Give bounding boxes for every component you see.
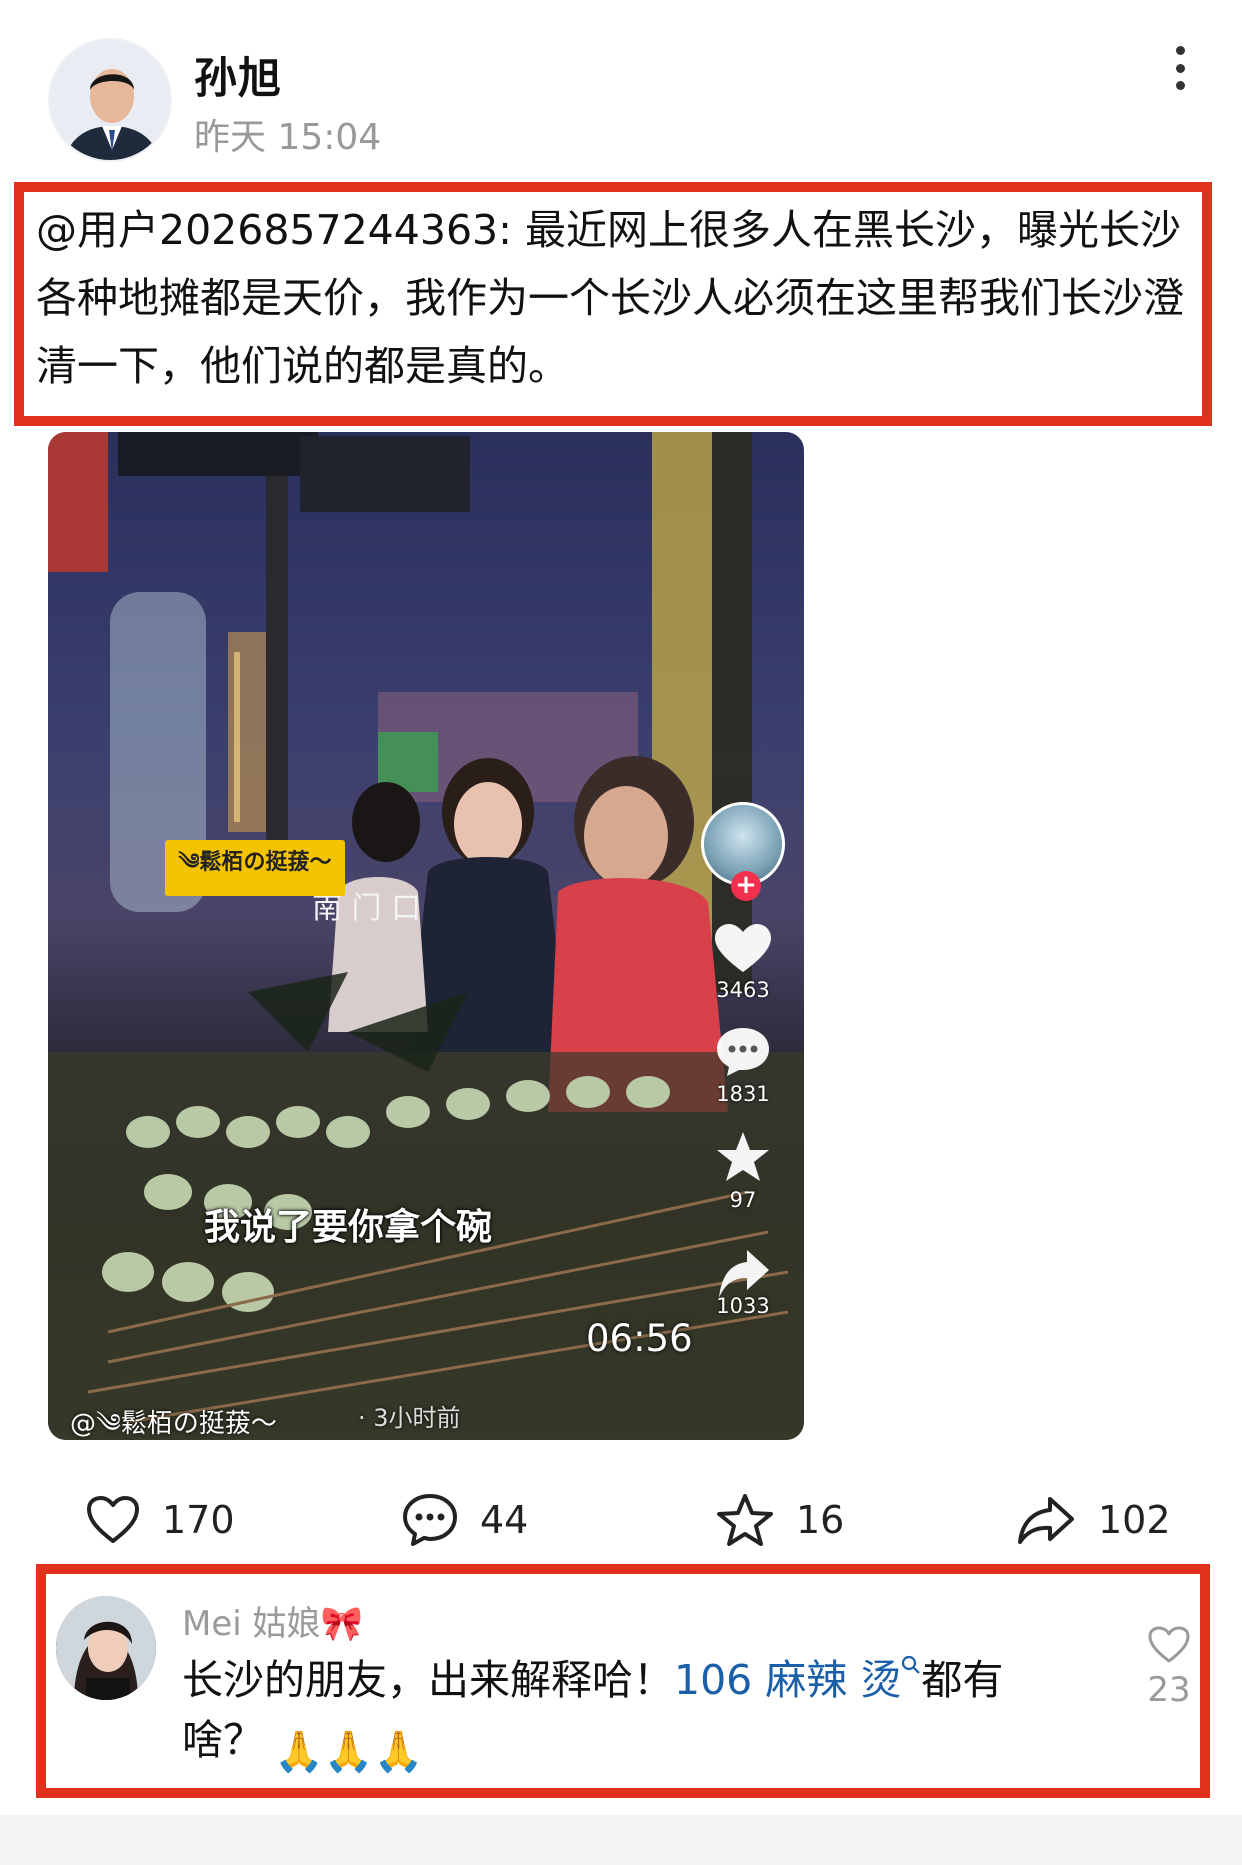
comment-emoji-text: 🙏🙏🙏 [274,1729,424,1775]
share-count: 102 [1098,1498,1171,1542]
post-action-bar: 170 44 16 102 [0,1490,1242,1550]
comment-like-count: 23 [1147,1670,1191,1710]
heart-icon[interactable] [715,924,771,974]
video-favorite-count: 97 [729,1188,757,1212]
video-posted-ago: · 3小时前 [358,1404,461,1432]
more-vertical-icon-dot [1175,63,1185,73]
like-button[interactable]: 170 [86,1490,235,1550]
heart-icon [1148,1626,1190,1663]
heart-icon [87,1496,139,1543]
video-side-rail: + 3463 1831 97 1033 [698,802,788,1318]
like-count: 170 [162,1498,235,1542]
comment-text-before: 长沙的朋友，出来解释哈！ [182,1656,674,1704]
post-timestamp: 昨天 15:04 [194,117,382,158]
share-button[interactable]: 102 [1016,1490,1171,1550]
video-subtitle: 我说了要你拿个碗 [203,1207,492,1248]
comment-button[interactable]: 44 [402,1490,528,1550]
more-vertical-icon-dot [1175,81,1185,90]
video-share-count: 1033 [716,1294,770,1318]
commenter-avatar-image [56,1596,156,1700]
bottom-divider-band [0,1815,1242,1865]
more-vertical-icon [1175,46,1185,55]
comment-like-button[interactable]: 23 [1144,1626,1194,1710]
star-icon [717,1494,773,1546]
author-avatar[interactable] [48,38,172,162]
video-like-count: 3463 [716,978,770,1002]
author-name[interactable]: 孙旭 [194,44,282,106]
post-text: @用户2026857244363: 最近网上很多人在黑长沙，曝光长沙各种地摊都是… [36,206,1184,390]
favorite-count: 16 [796,1498,845,1542]
video-duration: 06:56 [586,1317,693,1360]
comment-icon [403,1494,457,1546]
follow-plus-icon[interactable]: + [731,871,761,901]
favorite-button[interactable]: 16 [716,1490,844,1550]
comment-icon[interactable] [715,1026,771,1078]
video-creator-avatar[interactable]: + [701,802,785,901]
more-options-button[interactable] [1160,40,1200,96]
commenter-avatar[interactable] [56,1596,156,1700]
video-comment-count: 1831 [716,1082,770,1106]
author-avatar-image [50,40,170,160]
star-icon[interactable] [715,1130,771,1184]
share-icon [1018,1497,1074,1544]
comment-emoji: 🙏🙏🙏 [274,1722,423,1782]
video-author-handle: @༄鬆栢の挺菝〜 [70,1409,277,1439]
video-creator-tag: ༄鬆栢の挺菝〜 [165,840,345,896]
comment-count: 44 [480,1498,529,1542]
search-icon [902,1656,921,1675]
comment-search-link[interactable]: 106 麻辣 烫 [674,1656,921,1704]
comment-search-link-text: 106 麻辣 烫 [674,1656,902,1704]
commenter-name[interactable]: Mei 姑娘🎀 [182,1596,363,1645]
video-player[interactable]: 南 门 口 ༄鬆栢の挺菝〜 + 3463 1831 97 1033 我说了要你拿… [48,432,804,1440]
